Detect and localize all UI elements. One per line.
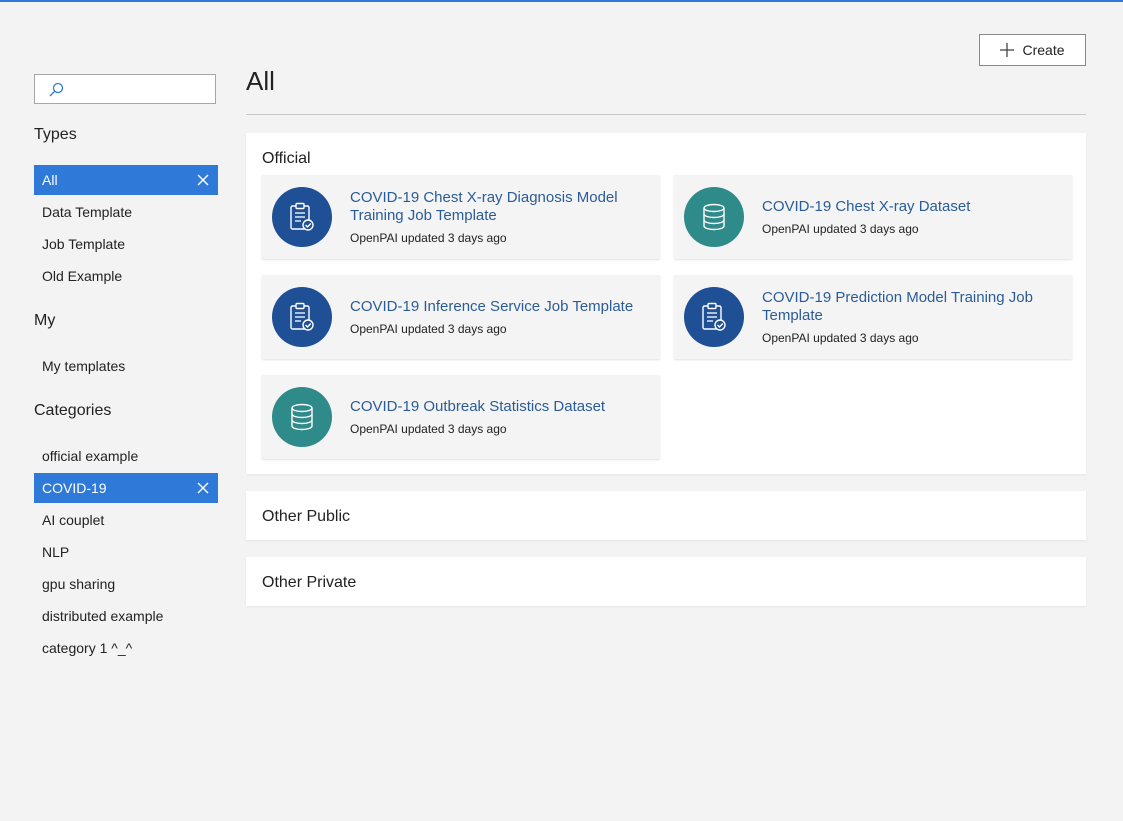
database-icon <box>684 187 744 247</box>
type-item-label: All <box>42 172 58 188</box>
category-item-category-1[interactable]: category 1 ^_^ <box>34 633 218 663</box>
category-item-label: category 1 ^_^ <box>42 640 133 656</box>
plus-icon <box>1000 43 1015 57</box>
top-accent-bar <box>0 0 1123 2</box>
template-card[interactable]: COVID-19 Chest X-ray Dataset OpenPAI upd… <box>674 175 1072 259</box>
clipboard-check-icon <box>684 287 744 347</box>
card-title-link[interactable]: COVID-19 Prediction Model Training Job T… <box>762 289 1052 325</box>
category-item-official-example[interactable]: official example <box>34 441 218 471</box>
create-button[interactable]: Create <box>979 34 1086 66</box>
close-icon[interactable] <box>196 173 210 187</box>
search-box[interactable] <box>34 74 216 104</box>
card-title-link[interactable]: COVID-19 Chest X-ray Diagnosis Model Tra… <box>350 189 640 225</box>
clipboard-check-icon <box>272 187 332 247</box>
card-meta: OpenPAI updated 3 days ago <box>350 322 507 336</box>
category-item-ai-couplet[interactable]: AI couplet <box>34 505 218 535</box>
section-title: Other Private <box>262 574 357 591</box>
template-card[interactable]: COVID-19 Outbreak Statistics Dataset Ope… <box>262 375 660 459</box>
template-card[interactable]: COVID-19 Prediction Model Training Job T… <box>674 275 1072 359</box>
type-item-label: Old Example <box>42 268 123 284</box>
category-item-distributed-example[interactable]: distributed example <box>34 601 218 631</box>
template-card[interactable]: COVID-19 Chest X-ray Diagnosis Model Tra… <box>262 175 660 259</box>
clipboard-check-icon <box>272 287 332 347</box>
card-title-link[interactable]: COVID-19 Chest X-ray Dataset <box>762 198 1052 216</box>
other-private-section[interactable]: Other Private <box>246 557 1086 606</box>
close-icon[interactable] <box>196 481 210 495</box>
search-input[interactable] <box>71 79 215 101</box>
category-item-label: gpu sharing <box>42 576 116 592</box>
official-section: Official COVID-19 Chest X-ray Diagnosis … <box>246 133 1086 474</box>
card-meta: OpenPAI updated 3 days ago <box>762 222 919 236</box>
category-item-covid-19[interactable]: COVID-19 <box>34 473 218 503</box>
card-title-link[interactable]: COVID-19 Inference Service Job Template <box>350 298 640 316</box>
title-divider <box>246 114 1086 115</box>
category-item-label: NLP <box>42 544 70 560</box>
categories-title: Categories <box>34 402 112 419</box>
template-card[interactable]: COVID-19 Inference Service Job Template … <box>262 275 660 359</box>
category-item-label: COVID-19 <box>42 480 107 496</box>
type-item-old-example[interactable]: Old Example <box>34 261 218 291</box>
type-item-all[interactable]: All <box>34 165 218 195</box>
type-item-label: Data Template <box>42 204 133 220</box>
other-public-section[interactable]: Other Public <box>246 491 1086 540</box>
section-title: Official <box>262 150 311 167</box>
card-meta: OpenPAI updated 3 days ago <box>350 422 507 436</box>
card-title-link[interactable]: COVID-19 Outbreak Statistics Dataset <box>350 398 640 416</box>
create-button-label: Create <box>1022 42 1065 58</box>
my-item-my-templates[interactable]: My templates <box>34 351 218 381</box>
search-icon <box>49 82 64 97</box>
card-meta: OpenPAI updated 3 days ago <box>350 231 507 245</box>
my-title: My <box>34 312 56 329</box>
types-title: Types <box>34 126 77 143</box>
type-item-job-template[interactable]: Job Template <box>34 229 218 259</box>
category-item-label: official example <box>42 448 139 464</box>
category-item-nlp[interactable]: NLP <box>34 537 218 567</box>
database-icon <box>272 387 332 447</box>
type-item-label: Job Template <box>42 236 126 252</box>
category-item-gpu-sharing[interactable]: gpu sharing <box>34 569 218 599</box>
card-meta: OpenPAI updated 3 days ago <box>762 331 919 345</box>
page-title: All <box>246 66 275 96</box>
type-item-data-template[interactable]: Data Template <box>34 197 218 227</box>
category-item-label: distributed example <box>42 608 164 624</box>
category-item-label: AI couplet <box>42 512 105 528</box>
section-title: Other Public <box>262 508 351 525</box>
my-item-label: My templates <box>42 358 126 374</box>
